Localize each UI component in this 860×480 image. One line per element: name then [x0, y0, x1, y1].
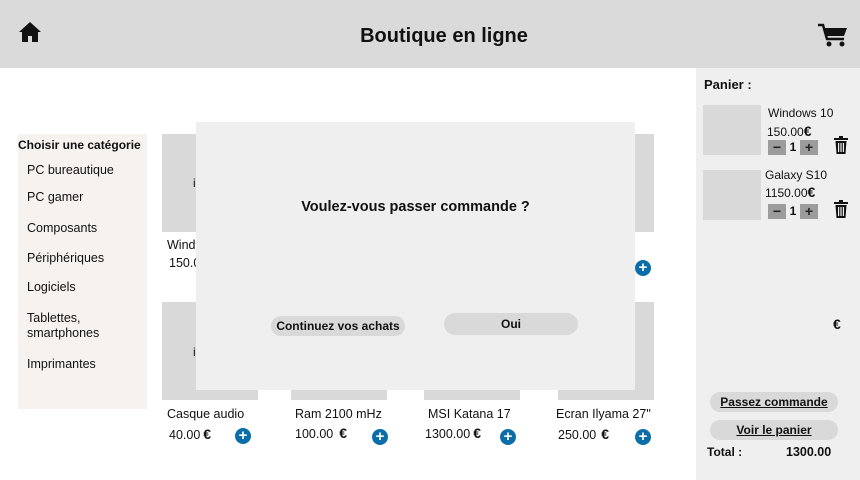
cart-item-name: Windows 10 [768, 106, 834, 120]
product-price-row: 100.00 € [295, 425, 347, 441]
header: Boutique en ligne [0, 0, 860, 68]
product-name: Ecran Ilyama 27" [556, 407, 651, 421]
product-price: 1300.00 [425, 427, 471, 441]
product-name: Casque audio [167, 407, 245, 421]
view-cart-button[interactable]: Voir le panier [710, 420, 838, 440]
add-to-cart-button[interactable] [235, 428, 251, 444]
category-sidebar: Choisir une catégorie PC bureautique PC … [18, 134, 147, 409]
category-logiciels[interactable]: Logiciels [27, 280, 76, 295]
product-name: Ram 2100 mHz [295, 407, 382, 421]
product-price-row: 1300.00 € [425, 425, 481, 441]
confirm-yes-button[interactable]: Oui [444, 313, 578, 335]
cart-panel: Panier : Windows 10 150.00€ − 1 + Galaxy… [696, 68, 860, 480]
add-to-cart-button[interactable] [500, 429, 516, 445]
add-to-cart-button[interactable] [635, 260, 651, 276]
confirm-order-modal: Voulez-vous passer commande ? Continuez … [196, 122, 635, 390]
sidebar-title: Choisir une catégorie [18, 138, 141, 152]
cart-label: Panier : [704, 77, 752, 92]
page-title: Boutique en ligne [360, 25, 528, 47]
place-order-button[interactable]: Passez commande [710, 392, 838, 412]
product-price: 40.00 [169, 428, 201, 442]
category-imprimantes[interactable]: Imprimantes [27, 357, 96, 372]
currency-symbol: € [203, 426, 212, 442]
cart-item-image [703, 105, 761, 155]
total-value: 1300.00 [786, 445, 832, 459]
category-pc-bureautique[interactable]: PC bureautique [27, 163, 114, 178]
product-price-row: 40.00 € [169, 426, 211, 442]
quantity-stepper: − 1 + [768, 203, 818, 219]
product-price: 100.00 [295, 427, 334, 441]
product-price-row: 250.00 € [558, 426, 609, 442]
quantity-value: 1 [789, 140, 797, 154]
cart-currency-symbol: € [833, 316, 841, 332]
category-pc-gamer[interactable]: PC gamer [27, 190, 83, 205]
quantity-value: 1 [789, 204, 797, 218]
currency-symbol: € [339, 425, 348, 441]
product-name: MSI Katana 17 [428, 407, 511, 421]
cart-icon[interactable] [817, 22, 849, 48]
total-label: Total : [707, 445, 743, 459]
modal-question: Voulez-vous passer commande ? [301, 199, 530, 215]
add-to-cart-button[interactable] [635, 429, 651, 445]
continue-shopping-button[interactable]: Continuez vos achats [271, 316, 405, 336]
product-price: 250.00 [558, 428, 597, 442]
add-to-cart-button[interactable] [372, 429, 388, 445]
increase-quantity-button[interactable]: + [800, 139, 818, 155]
decrease-quantity-button[interactable]: − [768, 139, 786, 155]
cart-item-price: 1150.00 [765, 186, 808, 200]
product-name: Wind [167, 238, 196, 252]
cart-item-price-row: 1150.00€ [765, 184, 815, 200]
increase-quantity-button[interactable]: + [800, 203, 818, 219]
currency-symbol: € [601, 426, 610, 442]
cart-item-image [703, 170, 761, 220]
currency-symbol: € [473, 425, 481, 441]
quantity-stepper: − 1 + [768, 139, 818, 155]
trash-icon[interactable] [834, 200, 848, 218]
currency-symbol: € [803, 123, 812, 139]
category-tablettes-smartphones[interactable]: Tablettes, smartphones [27, 311, 137, 341]
decrease-quantity-button[interactable]: − [768, 203, 786, 219]
cart-item-price: 150.00 [767, 125, 804, 139]
trash-icon[interactable] [834, 136, 848, 154]
currency-symbol: € [807, 184, 816, 200]
cart-item-price-row: 150.00€ [767, 123, 812, 139]
category-composants[interactable]: Composants [27, 221, 97, 236]
category-peripheriques[interactable]: Périphériques [27, 251, 104, 266]
cart-item-name: Galaxy S10 [765, 168, 828, 182]
